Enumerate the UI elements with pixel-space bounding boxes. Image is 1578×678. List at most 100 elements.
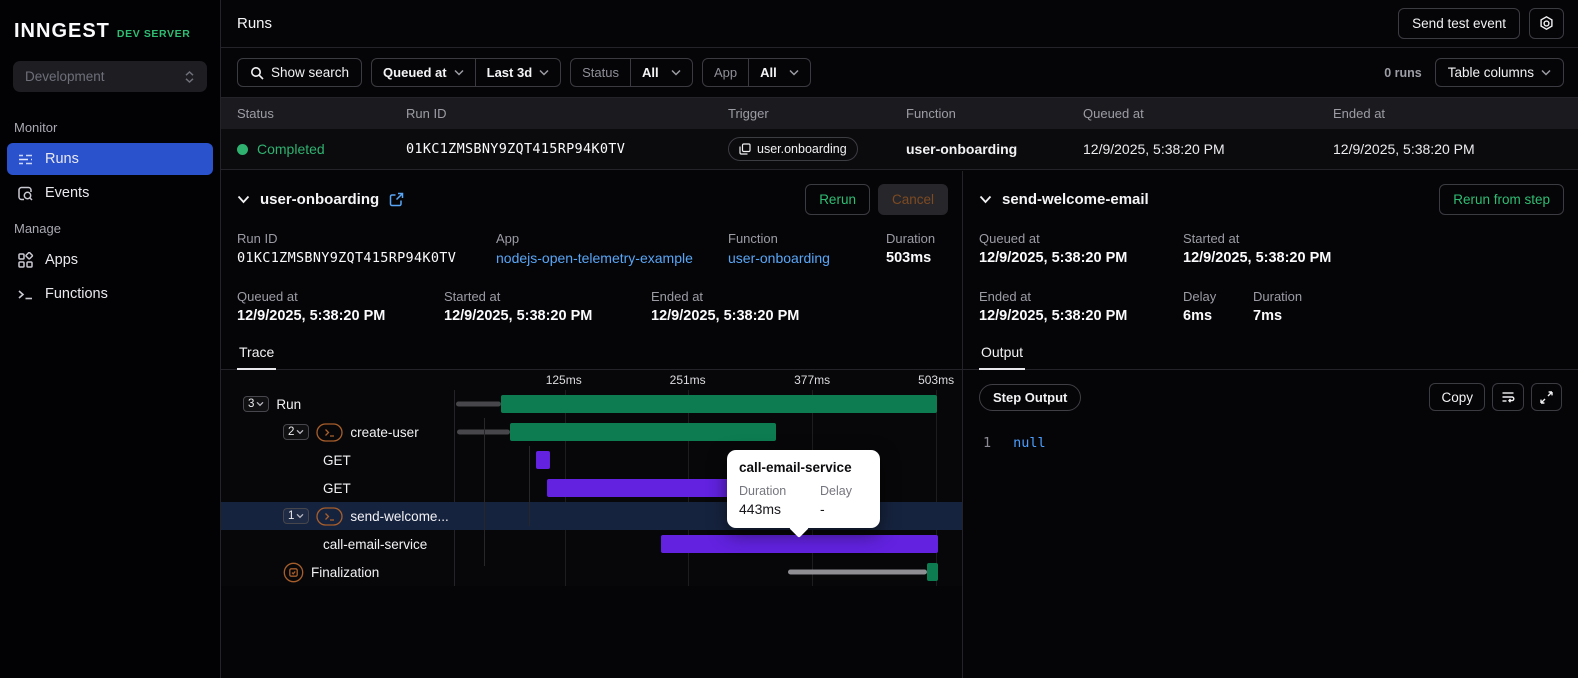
word-wrap-icon xyxy=(1502,392,1515,403)
monitor-section-label: Monitor xyxy=(14,120,58,135)
manage-section-label: Manage xyxy=(14,221,61,236)
step-ended-at-label: Ended at xyxy=(979,289,1032,304)
child-count-badge[interactable]: 3 xyxy=(243,396,270,412)
tab-trace[interactable]: Trace xyxy=(237,338,277,370)
expand-button[interactable] xyxy=(1531,383,1562,411)
collapse-chevron-icon[interactable] xyxy=(979,195,992,204)
copy-button[interactable]: Copy xyxy=(1429,383,1485,411)
trace-span-bar[interactable] xyxy=(535,451,550,469)
chevron-up-down-icon xyxy=(185,70,194,83)
step-detail-times2: Ended at 12/9/2025, 5:38:20 PM Delay 6ms… xyxy=(963,283,1578,324)
tooltip-delay-value: - xyxy=(820,501,825,517)
trace-row-timeline xyxy=(454,502,962,530)
duration-label: Duration xyxy=(886,231,936,246)
cancel-button[interactable]: Cancel xyxy=(877,184,948,215)
trace-row-timeline xyxy=(454,474,962,502)
tooltip-duration-value: 443ms xyxy=(739,501,782,517)
output-toolbar: Step Output Copy xyxy=(963,370,1578,421)
time-range-select[interactable]: Last 3d xyxy=(474,59,561,86)
event-icon xyxy=(739,143,751,155)
column-header-status[interactable]: Status xyxy=(237,106,406,121)
column-header-ended-at[interactable]: Ended at xyxy=(1333,106,1578,121)
sidebar-item-label: Runs xyxy=(45,151,79,167)
chevron-down-icon xyxy=(539,69,549,76)
trace-span-bar[interactable] xyxy=(660,535,938,553)
axis-tick-label: 503ms xyxy=(918,373,955,387)
dev-server-tag: DEV SERVER xyxy=(116,28,191,40)
column-header-trigger[interactable]: Trigger xyxy=(728,106,906,121)
chevron-down-icon xyxy=(671,69,681,76)
trace-row-call-email-service[interactable]: call-email-service xyxy=(221,530,962,558)
trace-wait-line[interactable] xyxy=(455,401,501,407)
rerun-from-step-button[interactable]: Rerun from step xyxy=(1439,184,1564,215)
sidebar-item-label: Functions xyxy=(45,286,108,302)
rerun-button[interactable]: Rerun xyxy=(805,184,870,215)
step-queued-at-value: 12/9/2025, 5:38:20 PM xyxy=(979,250,1128,266)
app-filter-select[interactable]: All xyxy=(748,59,810,86)
queued-at-label: Queued at xyxy=(237,289,298,304)
run-id-label: Run ID xyxy=(237,231,278,246)
step-delay-value: 6ms xyxy=(1183,308,1213,324)
finalization-icon xyxy=(283,562,304,583)
trace-wait-line[interactable] xyxy=(788,569,928,575)
app-filter: App All xyxy=(702,58,812,87)
status-filter: Status All xyxy=(570,58,693,87)
column-header-function[interactable]: Function xyxy=(906,106,1083,121)
column-header-run-id[interactable]: Run ID xyxy=(406,106,728,121)
show-search-button[interactable]: Show search xyxy=(237,58,363,87)
workspace-select[interactable]: Development xyxy=(13,61,207,92)
trace-span-bar[interactable] xyxy=(546,479,747,497)
external-link-icon[interactable] xyxy=(389,192,404,207)
status-filter-select[interactable]: All xyxy=(630,59,692,86)
run-detail-panel: user-onboarding Rerun Cancel Run ID 01KC… xyxy=(221,171,963,678)
trace-span-bar[interactable] xyxy=(509,423,776,441)
sidebar-item-label: Events xyxy=(45,185,90,201)
child-count-badge[interactable]: 2 xyxy=(283,424,310,440)
child-count-badge[interactable]: 1 xyxy=(283,508,310,524)
chevron-down-icon xyxy=(1541,69,1551,76)
app-link[interactable]: nodejs-open-telemetry-example xyxy=(496,250,728,266)
trace-step-name: GET xyxy=(323,452,351,468)
trace-span-bar[interactable] xyxy=(500,395,938,413)
trace-row-run[interactable]: 3 Run xyxy=(221,390,962,418)
send-test-event-button[interactable]: Send test event xyxy=(1398,8,1520,39)
sidebar-item-events[interactable]: Events xyxy=(7,177,213,209)
started-at-value: 12/9/2025, 5:38:20 PM xyxy=(444,308,593,324)
top-bar: Runs Send test event xyxy=(221,0,1578,48)
workspace-select-value: Development xyxy=(25,69,105,84)
word-wrap-button[interactable] xyxy=(1492,383,1524,411)
tooltip-duration-label: Duration xyxy=(739,484,787,498)
trace-row-timeline xyxy=(454,530,962,558)
sidebar-item-apps[interactable]: Apps xyxy=(7,244,213,276)
function-link[interactable]: user-onboarding xyxy=(728,250,886,266)
settings-button[interactable] xyxy=(1529,8,1564,39)
trace-tabbar: Trace xyxy=(221,338,962,370)
column-header-queued-at[interactable]: Queued at xyxy=(1083,106,1333,121)
output-tabbar: Output xyxy=(963,338,1578,370)
trace-row-create-user[interactable]: 2 create-user xyxy=(221,418,962,446)
table-columns-button[interactable]: Table columns xyxy=(1434,58,1564,87)
search-icon xyxy=(251,66,264,80)
trace-step-name: GET xyxy=(323,480,351,496)
chevron-down-icon xyxy=(789,69,799,76)
step-output-badge: Step Output xyxy=(979,383,1082,411)
ended-at-cell: 12/9/2025, 5:38:20 PM xyxy=(1333,141,1475,157)
started-at-label: Started at xyxy=(444,289,501,304)
run-id-cell: 01KC1ZMSBNY9ZQT415RP94K0TV xyxy=(406,141,626,157)
trace-span-bar[interactable] xyxy=(927,563,938,581)
apps-icon xyxy=(18,251,34,268)
time-field-select[interactable]: Queued at xyxy=(372,59,475,86)
step-started-at-value: 12/9/2025, 5:38:20 PM xyxy=(1183,250,1332,266)
sidebar-item-functions[interactable]: Functions xyxy=(7,278,213,310)
trace-row-label: 3 Run xyxy=(221,396,454,412)
trace-row-label: Finalization xyxy=(221,562,454,583)
sidebar-item-runs[interactable]: Runs xyxy=(7,143,213,175)
tab-output[interactable]: Output xyxy=(979,338,1026,370)
trace-row-finalization[interactable]: Finalization xyxy=(221,558,962,586)
trigger-badge[interactable]: user.onboarding xyxy=(728,137,858,161)
table-row[interactable]: Completed 01KC1ZMSBNY9ZQT415RP94K0TV use… xyxy=(221,129,1578,170)
trace-step-name: send-welcome... xyxy=(350,508,449,524)
run-title: user-onboarding xyxy=(260,191,380,208)
sidebar: INNGEST DEV SERVER Development Monitor R… xyxy=(0,0,221,678)
collapse-chevron-icon[interactable] xyxy=(237,195,250,204)
